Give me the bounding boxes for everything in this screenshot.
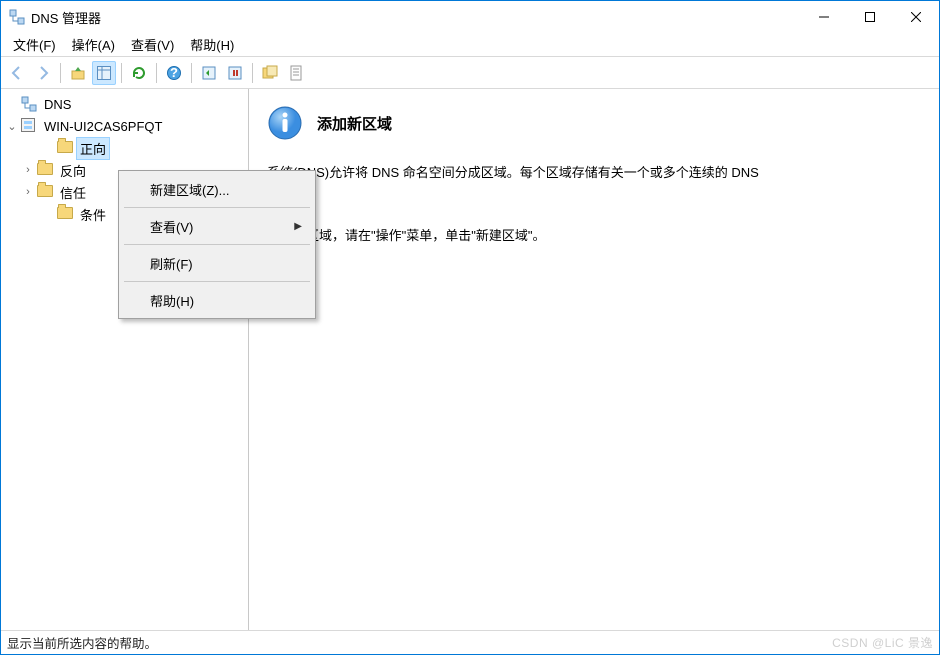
toolbar: ?	[1, 57, 939, 89]
maximize-button[interactable]	[847, 1, 893, 33]
watermark: CSDN @LiC 景逸	[832, 634, 933, 651]
menu-file[interactable]: 文件(F)	[5, 32, 64, 57]
folder-icon	[57, 140, 73, 156]
detail-text-line: 息。	[267, 186, 921, 211]
context-separator	[124, 244, 310, 245]
toolbar-separator	[191, 63, 192, 83]
tree-root-dns[interactable]: DNS	[1, 93, 248, 115]
new-window-button[interactable]	[258, 61, 282, 85]
dns-root-icon	[21, 96, 37, 112]
folder-icon	[37, 162, 53, 178]
detail-header: 添加新区域	[267, 105, 921, 141]
refresh-button[interactable]	[127, 61, 151, 85]
tree-server[interactable]: ⌄ WIN-UI2CAS6PFQT	[1, 115, 248, 137]
toolbar-separator	[252, 63, 253, 83]
detail-heading: 添加新区域	[317, 113, 392, 134]
tree-label: 条件	[77, 204, 109, 225]
toolbar-separator	[121, 63, 122, 83]
app-icon	[9, 9, 25, 25]
show-hide-tree-button[interactable]	[92, 61, 116, 85]
properties-button[interactable]	[284, 61, 308, 85]
expander-icon[interactable]: ›	[21, 164, 35, 176]
window-title: DNS 管理器	[31, 8, 801, 27]
action-button-2[interactable]	[223, 61, 247, 85]
status-bar: 显示当前所选内容的帮助。 CSDN @LiC 景逸	[1, 630, 939, 654]
server-icon	[21, 118, 37, 134]
menu-view[interactable]: 查看(V)	[123, 32, 182, 57]
up-button[interactable]	[66, 61, 90, 85]
context-new-zone[interactable]: 新建区域(Z)...	[122, 174, 312, 204]
detail-pane: 添加新区域 系统(DNS)允许将 DNS 命名空间分成区域。每个区域存储有关一个…	[249, 89, 939, 630]
tree-label: 反向	[57, 160, 89, 181]
context-separator	[124, 207, 310, 208]
minimize-button[interactable]	[801, 1, 847, 33]
context-refresh[interactable]: 刷新(F)	[122, 248, 312, 278]
detail-body: 系统(DNS)允许将 DNS 命名空间分成区域。每个区域存储有关一个或多个连续的…	[267, 161, 921, 249]
menu-bar: 文件(F) 操作(A) 查看(V) 帮助(H)	[1, 33, 939, 57]
submenu-arrow-icon: ▶	[294, 221, 302, 232]
nav-forward-button[interactable]	[31, 61, 55, 85]
help-button[interactable]: ?	[162, 61, 186, 85]
folder-icon	[57, 206, 73, 222]
folder-icon	[37, 184, 53, 200]
status-text: 显示当前所选内容的帮助。	[7, 633, 157, 652]
tree-label: WIN-UI2CAS6PFQT	[41, 118, 165, 135]
tree-label: DNS	[41, 96, 74, 113]
nav-back-button[interactable]	[5, 61, 29, 85]
info-icon	[267, 105, 303, 141]
detail-text-line: 一个新区域，请在"操作"菜单，单击"新建区域"。	[267, 224, 921, 249]
menu-action[interactable]: 操作(A)	[64, 32, 123, 57]
app-window: DNS 管理器 文件(F) 操作(A) 查看(V) 帮助(H) ?	[0, 0, 940, 655]
tree-forward-lookup[interactable]: 正向	[1, 137, 248, 159]
tree-label: 正向	[77, 138, 109, 159]
menu-help[interactable]: 帮助(H)	[182, 32, 242, 57]
detail-text-line: 系统(DNS)允许将 DNS 命名空间分成区域。每个区域存储有关一个或多个连续的…	[267, 161, 921, 186]
context-view[interactable]: 查看(V)▶	[122, 211, 312, 241]
toolbar-separator	[156, 63, 157, 83]
context-help[interactable]: 帮助(H)	[122, 285, 312, 315]
context-menu: 新建区域(Z)... 查看(V)▶ 刷新(F) 帮助(H)	[118, 170, 316, 319]
title-bar: DNS 管理器	[1, 1, 939, 33]
close-button[interactable]	[893, 1, 939, 33]
tree-label: 信任	[57, 182, 89, 203]
expander-icon[interactable]: ⌄	[5, 120, 19, 133]
action-button-1[interactable]	[197, 61, 221, 85]
expander-icon[interactable]: ›	[21, 186, 35, 198]
svg-text:?: ?	[170, 65, 178, 80]
context-separator	[124, 281, 310, 282]
toolbar-separator	[60, 63, 61, 83]
